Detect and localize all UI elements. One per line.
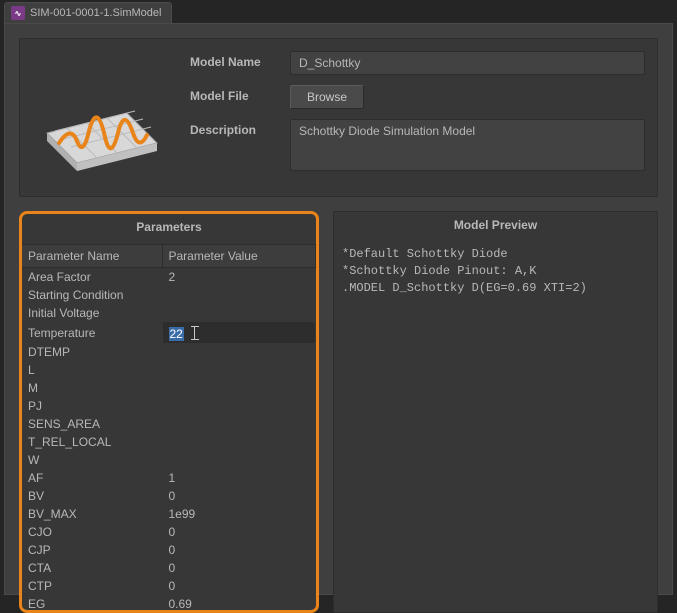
param-name-cell[interactable]: CTP (22, 577, 162, 595)
table-row[interactable]: DTEMP (22, 343, 316, 361)
param-value-cell[interactable] (162, 361, 316, 379)
param-value-cell[interactable]: 0 (162, 487, 316, 505)
param-name-cell[interactable]: Starting Condition (22, 286, 162, 304)
param-name-cell[interactable]: Area Factor (22, 268, 162, 287)
model-header: Model Name Model File Browse Description (19, 38, 658, 197)
param-value-cell[interactable]: 1 (162, 469, 316, 487)
param-value-cell[interactable]: 0 (162, 523, 316, 541)
param-value-cell[interactable] (162, 451, 316, 469)
param-value-cell[interactable]: 0 (162, 577, 316, 595)
bottom-panels: Parameters Parameter Name Parameter Valu… (19, 211, 658, 613)
param-value-cell[interactable] (162, 379, 316, 397)
param-value-cell[interactable] (162, 304, 316, 322)
parameters-panel: Parameters Parameter Name Parameter Valu… (19, 211, 319, 613)
label-model-name: Model Name (190, 51, 290, 69)
tab-title: SIM-001-0001-1.SimModel (30, 7, 161, 19)
param-name-cell[interactable]: T_REL_LOCAL (22, 433, 162, 451)
param-value-cell[interactable] (162, 343, 316, 361)
table-row[interactable]: PJ (22, 397, 316, 415)
text-cursor-icon (190, 326, 200, 340)
table-row[interactable]: CJO0 (22, 523, 316, 541)
param-value-cell[interactable] (162, 433, 316, 451)
param-value-cell[interactable]: 2 (162, 268, 316, 287)
table-row[interactable]: AF1 (22, 469, 316, 487)
table-row[interactable]: BV_MAX1e99 (22, 505, 316, 523)
param-value-cell[interactable]: 0.69 (162, 595, 316, 610)
table-row[interactable]: CTA0 (22, 559, 316, 577)
param-value-cell[interactable]: 22 (162, 322, 316, 343)
param-name-cell[interactable]: M (22, 379, 162, 397)
table-row[interactable]: T_REL_LOCAL (22, 433, 316, 451)
table-row[interactable]: EG0.69 (22, 595, 316, 610)
label-description: Description (190, 119, 290, 137)
param-name-cell[interactable]: EG (22, 595, 162, 610)
model-preview-panel: Model Preview *Default Schottky Diode *S… (333, 211, 658, 613)
param-name-cell[interactable]: AF (22, 469, 162, 487)
param-value-cell[interactable]: 0 (162, 541, 316, 559)
col-param-value[interactable]: Parameter Value (162, 245, 316, 268)
model-thumbnail (32, 51, 172, 184)
parameters-table: Parameter Name Parameter Value Area Fact… (22, 245, 316, 610)
editor-content: Model Name Model File Browse Description (4, 23, 673, 595)
param-value-cell[interactable]: 0 (162, 559, 316, 577)
table-row[interactable]: Initial Voltage (22, 304, 316, 322)
model-preview-text: *Default Schottky Diode *Schottky Diode … (334, 242, 657, 300)
param-name-cell[interactable]: BV_MAX (22, 505, 162, 523)
simmodel-file-icon: ∿ (11, 6, 25, 20)
param-name-cell[interactable]: L (22, 361, 162, 379)
table-row[interactable]: SENS_AREA (22, 415, 316, 433)
param-name-cell[interactable]: CJO (22, 523, 162, 541)
param-value-cell[interactable] (162, 397, 316, 415)
col-param-name[interactable]: Parameter Name (22, 245, 162, 268)
tab-simmodel[interactable]: ∿ SIM-001-0001-1.SimModel (4, 2, 172, 23)
table-row[interactable]: W (22, 451, 316, 469)
param-value-cell[interactable] (162, 286, 316, 304)
parameters-scroll[interactable]: Parameter Name Parameter Value Area Fact… (22, 244, 316, 610)
table-row[interactable]: L (22, 361, 316, 379)
param-name-cell[interactable]: BV (22, 487, 162, 505)
table-row[interactable]: CJP0 (22, 541, 316, 559)
table-row[interactable]: BV0 (22, 487, 316, 505)
param-value-cell[interactable]: 1e99 (162, 505, 316, 523)
browse-button[interactable]: Browse (290, 85, 364, 109)
table-row[interactable]: Area Factor2 (22, 268, 316, 287)
table-row[interactable]: M (22, 379, 316, 397)
model-name-input[interactable] (290, 51, 645, 75)
table-row[interactable]: CTP0 (22, 577, 316, 595)
param-name-cell[interactable]: Initial Voltage (22, 304, 162, 322)
table-row[interactable]: Starting Condition (22, 286, 316, 304)
tab-bar: ∿ SIM-001-0001-1.SimModel (0, 0, 677, 23)
label-model-file: Model File (190, 85, 290, 103)
param-name-cell[interactable]: CJP (22, 541, 162, 559)
model-preview-title: Model Preview (334, 212, 657, 242)
param-value-cell[interactable] (162, 415, 316, 433)
param-name-cell[interactable]: Temperature (22, 322, 162, 343)
table-row[interactable]: Temperature22 (22, 322, 316, 343)
param-name-cell[interactable]: SENS_AREA (22, 415, 162, 433)
model-form: Model Name Model File Browse Description (190, 51, 645, 184)
parameters-title: Parameters (22, 214, 316, 244)
param-name-cell[interactable]: PJ (22, 397, 162, 415)
param-name-cell[interactable]: W (22, 451, 162, 469)
param-name-cell[interactable]: CTA (22, 559, 162, 577)
description-input[interactable] (290, 119, 645, 171)
param-name-cell[interactable]: DTEMP (22, 343, 162, 361)
